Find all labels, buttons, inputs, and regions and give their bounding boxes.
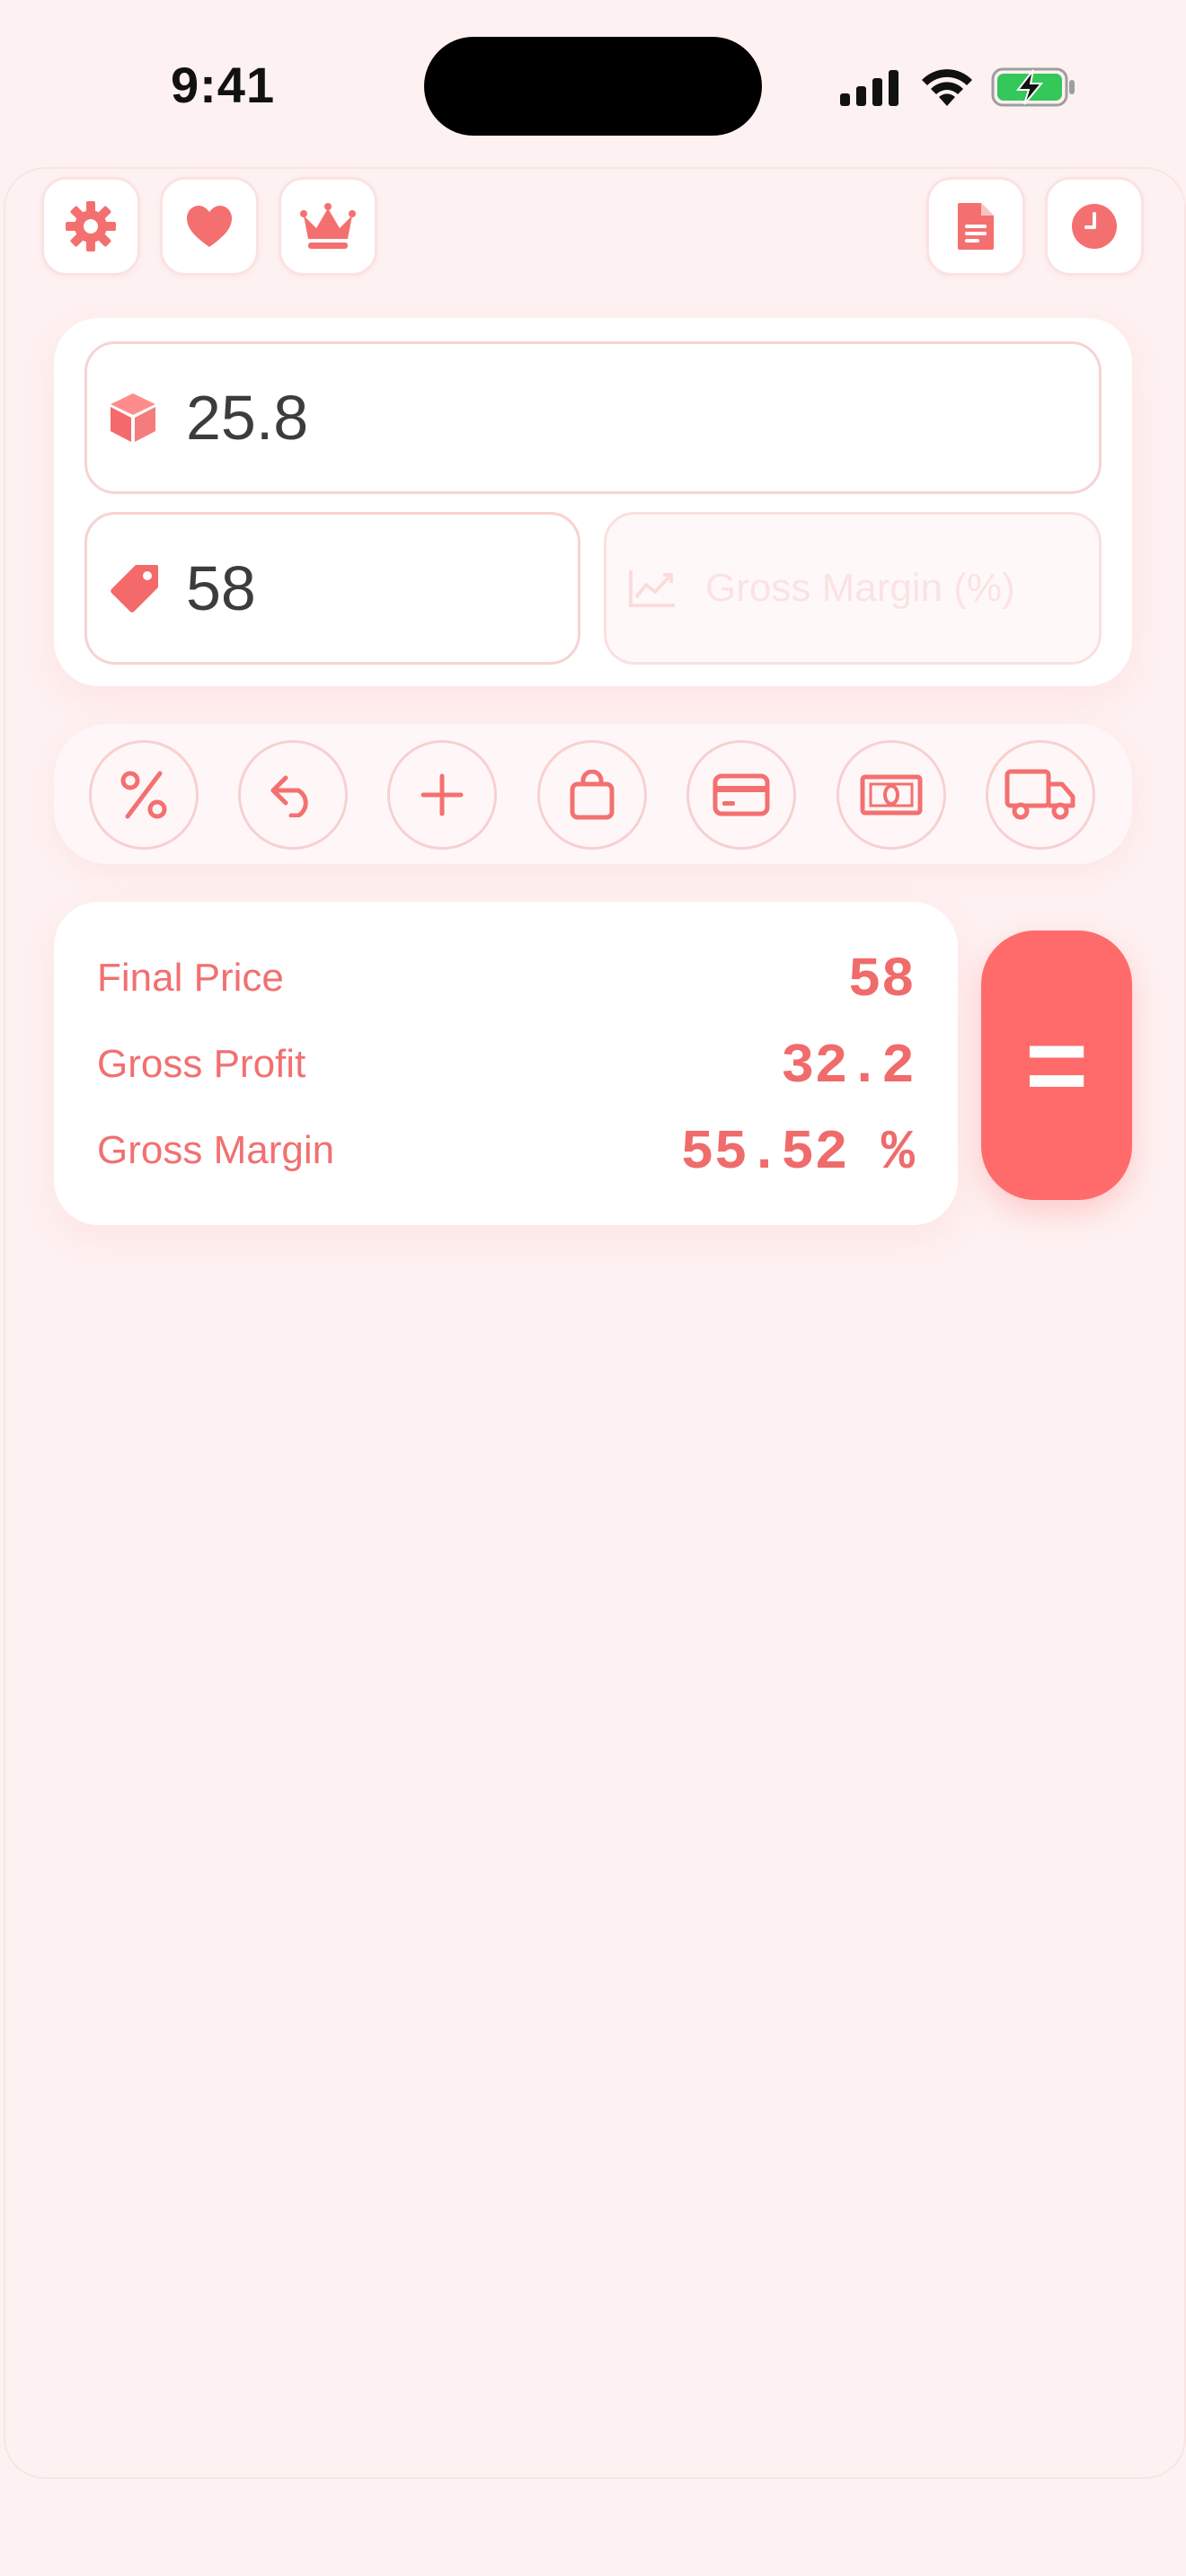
document-icon <box>958 203 994 250</box>
calculate-button-label: = <box>1024 1005 1089 1125</box>
cost-value: 25.8 <box>186 383 309 453</box>
dynamic-island <box>424 37 762 136</box>
shipping-button[interactable] <box>986 740 1095 850</box>
heart-icon <box>187 206 232 247</box>
margin-input[interactable]: Gross Margin (%) <box>604 512 1102 665</box>
favorites-button[interactable] <box>160 177 259 276</box>
gear-icon <box>66 201 116 251</box>
final-price-value: 58 <box>847 948 915 1012</box>
status-time: 9:41 <box>171 57 276 113</box>
input-card: 25.8 58 Gross Margin (%) <box>54 318 1132 686</box>
margin-placeholder: Gross Margin (%) <box>705 566 1015 610</box>
cash-button[interactable] <box>836 740 946 850</box>
chart-line-icon <box>629 570 675 607</box>
credit-card-icon <box>712 773 770 816</box>
add-button[interactable] <box>387 740 497 850</box>
status-bar: 9:41 <box>0 0 1186 171</box>
status-icons <box>840 61 1078 111</box>
settings-button[interactable] <box>41 177 140 276</box>
calculate-button[interactable]: = <box>981 931 1132 1200</box>
plus-icon <box>420 773 464 816</box>
price-input[interactable]: 58 <box>84 512 580 665</box>
percent-button[interactable] <box>89 740 199 850</box>
gross-margin-label: Gross Margin <box>97 1128 335 1172</box>
final-price-label: Final Price <box>97 956 284 1000</box>
wifi-icon <box>922 69 972 106</box>
premium-button[interactable] <box>279 177 377 276</box>
clock-icon <box>1072 204 1117 249</box>
gross-margin-value: 55.52 % <box>680 1121 915 1185</box>
cost-input[interactable]: 25.8 <box>84 341 1102 494</box>
credit-card-button[interactable] <box>686 740 796 850</box>
notes-button[interactable] <box>926 177 1025 276</box>
cash-icon <box>860 774 923 816</box>
shopping-bag-button[interactable] <box>537 740 647 850</box>
cube-icon <box>111 393 155 442</box>
history-button[interactable] <box>1045 177 1144 276</box>
tools-bar <box>54 724 1132 864</box>
tag-icon <box>111 565 158 613</box>
gross-profit-label: Gross Profit <box>97 1042 306 1086</box>
shopping-bag-icon <box>570 770 615 820</box>
result-card: Final Price 58 Gross Profit 32.2 Gross M… <box>54 902 958 1225</box>
battery-charging-icon <box>991 67 1075 107</box>
undo-button[interactable] <box>238 740 348 850</box>
undo-icon <box>270 775 308 817</box>
crown-icon <box>300 203 356 249</box>
percent-icon <box>120 771 167 819</box>
signal-icon <box>840 70 898 106</box>
truck-icon <box>1005 769 1075 820</box>
gross-profit-value: 32.2 <box>781 1035 915 1098</box>
price-value: 58 <box>186 553 256 623</box>
